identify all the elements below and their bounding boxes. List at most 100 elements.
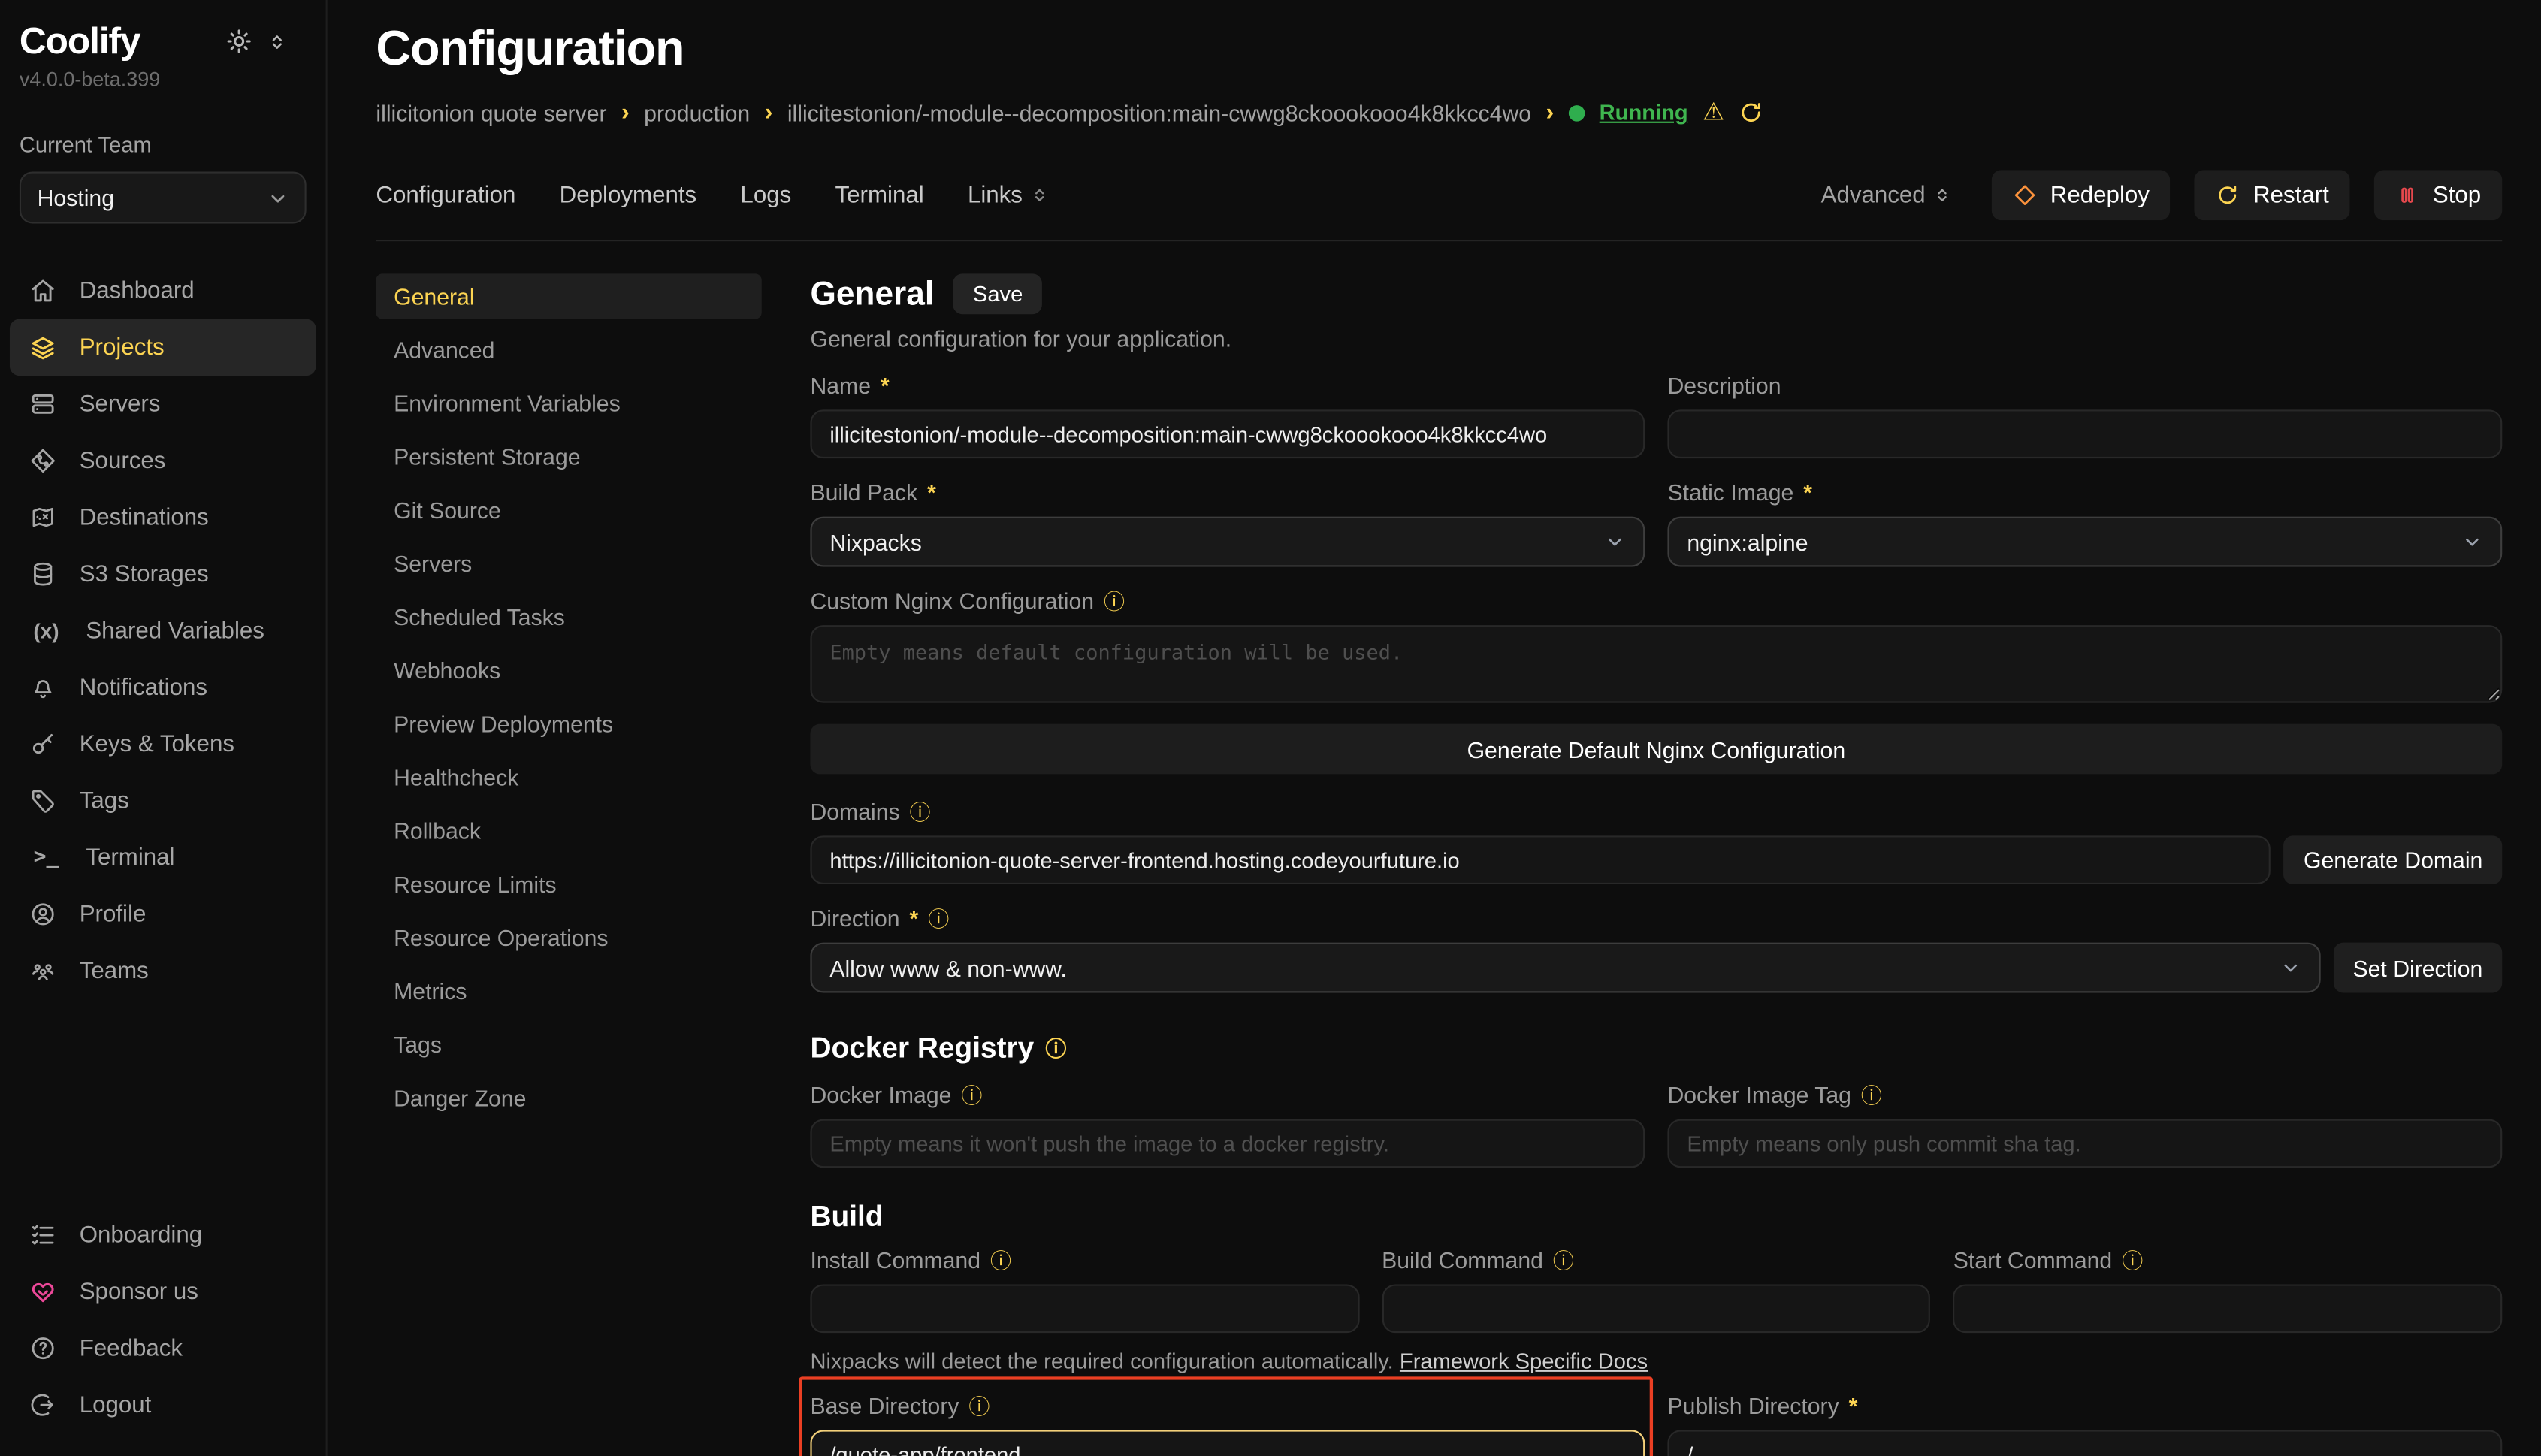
sidebar-item-logout[interactable]: Logout bbox=[10, 1376, 316, 1433]
description-input[interactable] bbox=[1667, 409, 2502, 458]
subnav-item-rollback[interactable]: Rollback bbox=[376, 808, 761, 853]
save-button[interactable]: Save bbox=[953, 273, 1042, 314]
stop-icon bbox=[2395, 183, 2419, 207]
checklist-icon bbox=[29, 1221, 57, 1249]
stop-button[interactable]: Stop bbox=[2374, 170, 2502, 220]
start-command-input[interactable] bbox=[1953, 1284, 2502, 1333]
status-badge[interactable]: Running bbox=[1600, 101, 1688, 125]
start-command-label: Start Command bbox=[1953, 1247, 2112, 1273]
required-mark: * bbox=[927, 479, 936, 505]
sidebar-item-label: Terminal bbox=[86, 844, 174, 870]
subnav-item-healthcheck[interactable]: Healthcheck bbox=[376, 755, 761, 800]
framework-docs-link[interactable]: Framework Specific Docs bbox=[1400, 1349, 1648, 1373]
subnav-item-webhooks[interactable]: Webhooks bbox=[376, 648, 761, 693]
redeploy-button[interactable]: Redeploy bbox=[1992, 170, 2171, 220]
git-source-icon bbox=[29, 447, 57, 475]
docker-registry-heading: Docker Registry bbox=[810, 1032, 1034, 1065]
set-direction-button[interactable]: Set Direction bbox=[2334, 943, 2503, 993]
sidebar-item-label: Notifications bbox=[80, 675, 207, 700]
refresh-icon[interactable] bbox=[1739, 101, 1763, 125]
subnav-item-resource-operations[interactable]: Resource Operations bbox=[376, 915, 761, 960]
info-icon: ⓘ bbox=[1861, 1084, 1882, 1105]
tab-links[interactable]: Links bbox=[968, 183, 1049, 208]
tab-bar: Configuration Deployments Logs Terminal … bbox=[376, 170, 2502, 220]
base-directory-input[interactable] bbox=[810, 1430, 1645, 1455]
subnav-item-advanced[interactable]: Advanced bbox=[376, 327, 761, 372]
subnav-item-general[interactable]: General bbox=[376, 273, 761, 319]
sidebar-item-keys-tokens[interactable]: Keys & Tokens bbox=[10, 716, 316, 772]
team-select[interactable]: Hosting bbox=[20, 172, 307, 224]
docker-image-tag-input[interactable] bbox=[1667, 1119, 2502, 1168]
build-command-input[interactable] bbox=[1382, 1284, 1930, 1333]
subnav-item-preview-deployments[interactable]: Preview Deployments bbox=[376, 701, 761, 746]
breadcrumb-environment[interactable]: production bbox=[644, 100, 750, 125]
tab-deployments[interactable]: Deployments bbox=[560, 183, 697, 208]
sidebar-item-label: Sources bbox=[80, 448, 166, 473]
nginx-config-textarea[interactable] bbox=[810, 625, 2502, 702]
subnav-item-danger-zone[interactable]: Danger Zone bbox=[376, 1075, 761, 1120]
theme-mode-select-icon[interactable] bbox=[267, 30, 287, 53]
sidebar-item-terminal[interactable]: >_ Terminal bbox=[10, 829, 316, 886]
sidebar-item-profile[interactable]: Profile bbox=[10, 886, 316, 942]
tab-terminal[interactable]: Terminal bbox=[835, 183, 924, 208]
docker-image-input[interactable] bbox=[810, 1119, 1645, 1168]
sidebar-item-label: Destinations bbox=[80, 505, 209, 530]
build-pack-value: Nixpacks bbox=[829, 529, 922, 554]
subnav-item-persistent-storage[interactable]: Persistent Storage bbox=[376, 434, 761, 479]
theme-sun-icon[interactable] bbox=[225, 28, 253, 56]
configuration-content: General Advanced Environment Variables P… bbox=[376, 273, 2502, 1456]
generate-nginx-button[interactable]: Generate Default Nginx Configuration bbox=[810, 724, 2502, 775]
subnav-item-scheduled-tasks[interactable]: Scheduled Tasks bbox=[376, 594, 761, 639]
build-pack-select[interactable]: Nixpacks bbox=[810, 517, 1645, 567]
sidebar-item-tags[interactable]: Tags bbox=[10, 772, 316, 829]
sidebar-item-notifications[interactable]: Notifications bbox=[10, 659, 316, 715]
direction-select[interactable]: Allow www & non-www. bbox=[810, 943, 2320, 993]
sidebar-item-destinations[interactable]: Destinations bbox=[10, 489, 316, 545]
domains-input[interactable] bbox=[810, 835, 2271, 884]
sidebar-item-sponsor-us[interactable]: Sponsor us bbox=[10, 1263, 316, 1319]
subnav-item-tags[interactable]: Tags bbox=[376, 1022, 761, 1067]
description-label: Description bbox=[1667, 373, 1781, 398]
docker-image-tag-label: Docker Image Tag bbox=[1667, 1082, 1851, 1107]
tab-logs[interactable]: Logs bbox=[740, 183, 791, 208]
sidebar-item-feedback[interactable]: Feedback bbox=[10, 1320, 316, 1376]
chevron-down-icon bbox=[2280, 957, 2301, 978]
info-icon: ⓘ bbox=[2122, 1249, 2143, 1270]
install-command-input[interactable] bbox=[810, 1284, 1358, 1333]
docker-image-label: Docker Image bbox=[810, 1082, 951, 1107]
tag-icon bbox=[29, 787, 57, 815]
breadcrumb-project[interactable]: illicitonion quote server bbox=[376, 100, 606, 125]
name-input[interactable] bbox=[810, 409, 1645, 458]
tab-configuration[interactable]: Configuration bbox=[376, 183, 515, 208]
section-heading-general: General bbox=[810, 274, 934, 313]
sidebar-item-sources[interactable]: Sources bbox=[10, 433, 316, 489]
subnav-item-git-source[interactable]: Git Source bbox=[376, 488, 761, 533]
sidebar-item-onboarding[interactable]: Onboarding bbox=[10, 1207, 316, 1263]
chevrons-up-down-icon bbox=[1933, 185, 1951, 206]
breadcrumb-application[interactable]: illicitestonion/-module--decomposition:m… bbox=[787, 100, 1531, 125]
sidebar-item-servers[interactable]: Servers bbox=[10, 376, 316, 432]
publish-directory-label: Publish Directory bbox=[1667, 1393, 1839, 1418]
name-label: Name bbox=[810, 373, 871, 398]
publish-directory-input[interactable] bbox=[1667, 1430, 2502, 1455]
required-mark: * bbox=[1849, 1393, 1858, 1418]
sidebar-item-dashboard[interactable]: Dashboard bbox=[10, 262, 316, 319]
sidebar-item-s3-storages[interactable]: S3 Storages bbox=[10, 545, 316, 602]
subnav-item-environment-variables[interactable]: Environment Variables bbox=[376, 381, 761, 426]
info-icon: ⓘ bbox=[928, 908, 949, 929]
generate-domain-button[interactable]: Generate Domain bbox=[2284, 835, 2502, 884]
subnav-item-metrics[interactable]: Metrics bbox=[376, 968, 761, 1013]
base-directory-label: Base Directory bbox=[810, 1393, 959, 1418]
static-image-select[interactable]: nginx:alpine bbox=[1667, 517, 2502, 567]
chevron-down-icon bbox=[1604, 531, 1625, 552]
advanced-menu[interactable]: Advanced bbox=[1821, 183, 1952, 208]
restart-button[interactable]: Restart bbox=[2195, 170, 2350, 220]
sidebar-item-label: Logout bbox=[80, 1392, 152, 1418]
subnav-item-resource-limits[interactable]: Resource Limits bbox=[376, 862, 761, 907]
info-icon: ⓘ bbox=[961, 1084, 982, 1105]
sidebar-item-teams[interactable]: Teams bbox=[10, 943, 316, 999]
sidebar-item-label: Servers bbox=[80, 391, 161, 417]
sidebar-item-projects[interactable]: Projects bbox=[10, 319, 316, 376]
subnav-item-servers[interactable]: Servers bbox=[376, 541, 761, 586]
sidebar-item-shared-variables[interactable]: (x) Shared Variables bbox=[10, 603, 316, 659]
